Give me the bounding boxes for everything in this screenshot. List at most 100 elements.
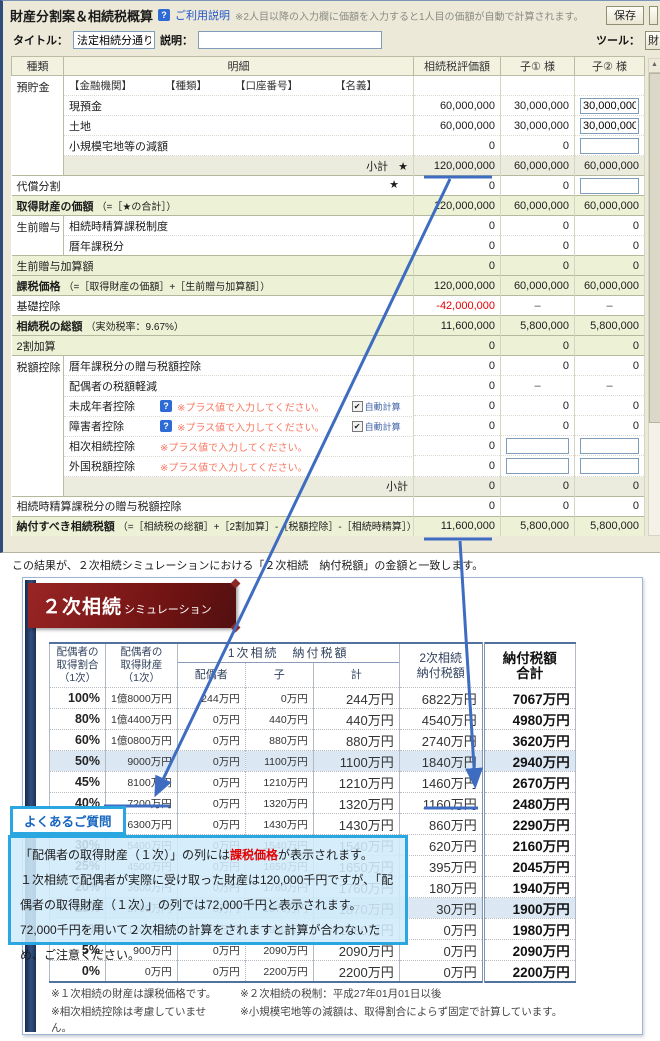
sim-first-total-cell: 244万円 bbox=[313, 688, 399, 709]
sim-ratio-cell: 80% bbox=[50, 709, 106, 730]
foreign-label: 外国税額控除 bbox=[69, 458, 155, 474]
save-button[interactable]: 保存 bbox=[606, 6, 644, 25]
scroll-up-icon[interactable]: ▲ bbox=[649, 59, 660, 73]
connector-text: この結果が、２次相続シミュレーションにおける「２次相続 納付税額」の金額と一致し… bbox=[12, 557, 483, 573]
sim-grand-total-cell: 2940万円 bbox=[483, 751, 575, 772]
row-gift-addition: 生前贈与加算額 0 0 0 bbox=[12, 256, 645, 276]
successive-child2-input[interactable] bbox=[580, 438, 639, 454]
settlement-label: 相続時精算課税制度 bbox=[64, 216, 414, 236]
sim-row: 40% 7200万円 0万円 1320万円 1320万円 1160万円 2480… bbox=[50, 793, 576, 814]
sim-spouse-tax-cell: 0万円 bbox=[177, 751, 245, 772]
auto-calc-checkbox[interactable]: ✔ bbox=[352, 401, 363, 412]
sim-grand-total-cell: 2200万円 bbox=[483, 961, 575, 983]
cash-label: 現預金 bbox=[64, 96, 414, 116]
row-spouse-relief: 配偶者の税額軽減 0 – – bbox=[12, 376, 645, 396]
sim-first-total-cell: 1100万円 bbox=[313, 751, 399, 772]
sim-ratio-cell: 50% bbox=[50, 751, 106, 772]
col-type: 種類 bbox=[12, 57, 64, 76]
row-settlement-taxation: 生前贈与 相続時精算課税制度 0 0 0 bbox=[12, 216, 645, 236]
subtotal-label: 小計 bbox=[366, 161, 388, 173]
auto-calc-checkbox[interactable]: ✔ bbox=[352, 421, 363, 432]
col-total-tax: 納付税額 合計 bbox=[483, 643, 575, 688]
sim-row: 100% 1億8000万円 244万円 0万円 244万円 6822万円 706… bbox=[50, 688, 576, 709]
category-deposit: 預貯金 bbox=[12, 76, 64, 176]
sim-second-tax-cell: 620万円 bbox=[399, 835, 483, 856]
usage-help-link[interactable]: ご利用説明 bbox=[175, 7, 230, 23]
col-first-inheritance-tax: 1次相続 納付税額 bbox=[177, 643, 399, 663]
successive-label: 相次相続控除 bbox=[69, 438, 155, 454]
sim-second-tax-cell: 1840万円 bbox=[399, 751, 483, 772]
title-field-label: タイトル： bbox=[13, 32, 68, 48]
sim-child-tax-cell: 1320万円 bbox=[245, 793, 313, 814]
foreign-child2-input[interactable] bbox=[580, 458, 639, 474]
sim-ratio-cell: 60% bbox=[50, 730, 106, 751]
sim-second-tax-cell: 4540万円 bbox=[399, 709, 483, 730]
sim-spouse-tax-cell: 0万円 bbox=[177, 730, 245, 751]
land-child2-input[interactable] bbox=[580, 118, 639, 134]
row-surcharge: 2割加算 0 0 0 bbox=[12, 336, 645, 356]
help-question-icon[interactable]: ? bbox=[160, 400, 172, 412]
row-calendar-year: 暦年課税分 0 0 0 bbox=[12, 236, 645, 256]
description-input[interactable] bbox=[198, 31, 382, 49]
gift-addition-label: 生前贈与加算額 bbox=[12, 256, 414, 276]
scrollbar-thumb[interactable] bbox=[649, 73, 660, 423]
acquired-label: 取得財産の価額 bbox=[17, 201, 94, 213]
page-title: 財産分割案＆相続税概算 bbox=[10, 6, 153, 25]
small-lot-child2-input[interactable] bbox=[580, 138, 639, 154]
sim-row: 45% 8100万円 0万円 1210万円 1210万円 1460万円 2670… bbox=[50, 772, 576, 793]
row-payable-tax: 納付すべき相続税額 （=［相続税の総額］+［2割加算］-［税額控除］-［相続時精… bbox=[12, 516, 645, 536]
sim-grand-total-cell: 1900万円 bbox=[483, 898, 575, 919]
sim-second-tax-cell: 30万円 bbox=[399, 898, 483, 919]
subtotal-label: 小計 bbox=[64, 476, 414, 496]
row-subtotal-credits: 小計 0 0 0 bbox=[12, 476, 645, 496]
sim-first-total-cell: 440万円 bbox=[313, 709, 399, 730]
row-disabled-deduction: 障害者控除 ? ※プラス値で入力してください。 ✔自動計算 0 0 0 bbox=[12, 416, 645, 436]
help-question-icon[interactable]: ? bbox=[160, 420, 172, 432]
category-tax-credit: 税額控除 bbox=[12, 356, 64, 497]
vertical-scrollbar[interactable]: ▲ bbox=[648, 58, 660, 536]
star-icon: ★ bbox=[398, 161, 408, 173]
sim-child-tax-cell: 1430万円 bbox=[245, 814, 313, 835]
star-icon: ★ bbox=[389, 178, 408, 191]
faq-callout: 「配偶者の取得財産（１次）」の列には課税価格が表示されます。 １次相続で配偶者が… bbox=[8, 835, 408, 945]
title-input[interactable] bbox=[73, 31, 155, 49]
land-label: 土地 bbox=[64, 116, 414, 136]
simulation-banner: ２次相続 シミュレーション bbox=[28, 583, 236, 628]
clipped-button[interactable] bbox=[649, 6, 658, 25]
estimate-table: 種類 明細 相続税評価額 子① 様 子② 様 預貯金 【金融機関】【種類】【口座… bbox=[11, 56, 645, 536]
sim-grand-total-cell: 1940万円 bbox=[483, 877, 575, 898]
row-total-tax: 相続税の総額 （実効税率：9.67%） 11,600,000 5,800,000… bbox=[12, 316, 645, 336]
sim-second-tax-cell: 180万円 bbox=[399, 877, 483, 898]
note-4: ※小規模宅地等の減額は、取得割合によらず固定で計算しています。 bbox=[240, 1004, 562, 1036]
successive-child1-input[interactable] bbox=[506, 438, 569, 454]
col-valuation: 相続税評価額 bbox=[414, 57, 501, 76]
sim-second-tax-cell: 1160万円 bbox=[399, 793, 483, 814]
compensation-label: 代償分割 bbox=[17, 181, 61, 193]
compensation-child2-input[interactable] bbox=[580, 178, 639, 194]
sim-second-tax-cell: 395万円 bbox=[399, 856, 483, 877]
cash-child2-input[interactable] bbox=[580, 98, 639, 114]
faq-line1: 「配偶者の取得財産（１次）」の列には課税価格が表示されます。 bbox=[20, 843, 396, 868]
desc-field-label: 説明： bbox=[160, 32, 193, 48]
sim-grand-total-cell: 2090万円 bbox=[483, 940, 575, 961]
sim-grand-total-cell: 2290万円 bbox=[483, 814, 575, 835]
toolbar: 財産分割案＆相続税概算 ? ご利用説明 ※2人目以降の入力欄に価額を入力すると1… bbox=[10, 5, 658, 25]
bank-sublabels: 【金融機関】【種類】【口座番号】【名義】 bbox=[64, 76, 414, 96]
sim-grand-total-cell: 3620万円 bbox=[483, 730, 575, 751]
sim-grand-total-cell: 4980万円 bbox=[483, 709, 575, 730]
sim-grand-total-cell: 1980万円 bbox=[483, 919, 575, 940]
sim-row: 50% 9000万円 0万円 1100万円 1100万円 1840万円 2940… bbox=[50, 751, 576, 772]
disabled-label: 障害者控除 bbox=[69, 418, 155, 434]
sim-grand-total-cell: 2670万円 bbox=[483, 772, 575, 793]
row-taxable-amount: 課税価格 （=［取得財産の価額］+［生前贈与加算額］） 120,000,000 … bbox=[12, 276, 645, 296]
help-question-icon[interactable]: ? bbox=[158, 9, 170, 21]
note-3: ※相次相続控除は考慮していません。 bbox=[51, 1004, 226, 1036]
col-spouse: 配偶者 bbox=[177, 663, 245, 688]
foreign-child1-input[interactable] bbox=[506, 458, 569, 474]
sim-first-total-cell: 880万円 bbox=[313, 730, 399, 751]
sim-row: 35% 6300万円 0万円 1430万円 1430万円 860万円 2290万… bbox=[50, 814, 576, 835]
tool-button[interactable]: 財 bbox=[645, 31, 660, 50]
settlement-credit-label: 相続時精算課税分の贈与税額控除 bbox=[12, 496, 414, 516]
col-child: 子 bbox=[245, 663, 313, 688]
sim-child-tax-cell: 880万円 bbox=[245, 730, 313, 751]
